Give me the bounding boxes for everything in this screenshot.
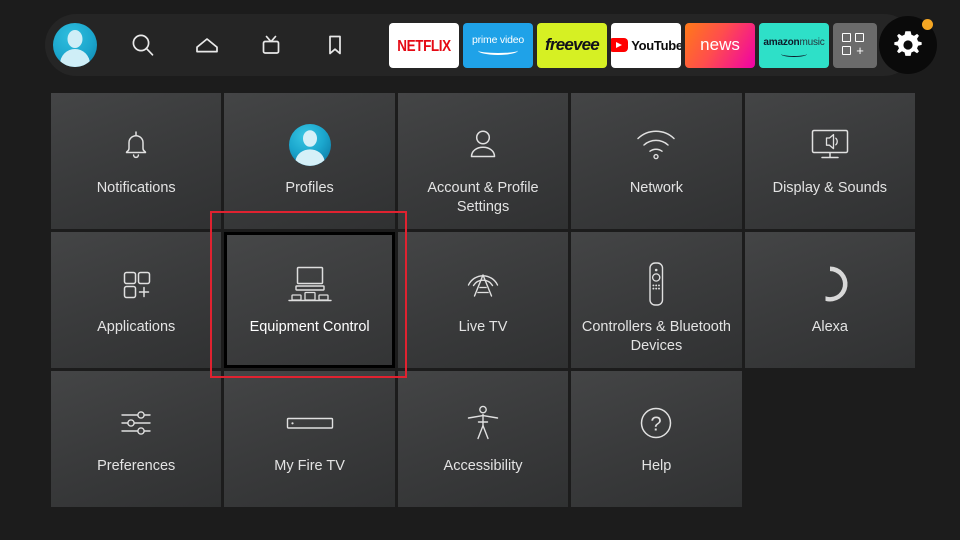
- prime-video-label: prime video: [471, 33, 525, 46]
- app-tile-app-library[interactable]: +: [833, 22, 877, 68]
- settings-grid: Notifications Profiles Account & Profile…: [51, 93, 916, 510]
- app-tile-amazon-music[interactable]: amazonmusic: [759, 22, 829, 68]
- settings-row: Notifications Profiles Account & Profile…: [51, 93, 916, 229]
- settings-tile-applications[interactable]: Applications: [51, 232, 222, 368]
- person-icon: [460, 119, 506, 171]
- freevee-label: freevee: [545, 35, 600, 54]
- settings-tile-label: Help: [641, 458, 672, 474]
- settings-tile-accessibility[interactable]: Accessibility: [397, 371, 569, 507]
- amazon-music-label: amazonmusic: [763, 37, 825, 49]
- app-tile-freevee[interactable]: freevee: [537, 22, 607, 68]
- app-grid-plus-icon: +: [842, 33, 868, 57]
- settings-tile-account-profile-settings[interactable]: Account & Profile Settings: [397, 93, 569, 229]
- settings-tile-label: Account & Profile Settings: [427, 180, 539, 215]
- settings-tile-label: Equipment Control: [249, 319, 370, 335]
- bookmark-icon[interactable]: [311, 21, 359, 69]
- settings-tile-label: Notifications: [96, 180, 176, 196]
- tv-speaker-icon: [804, 119, 856, 171]
- settings-tile-alexa[interactable]: Alexa: [744, 232, 916, 368]
- amazon-music-logo: amazonmusic: [763, 33, 825, 57]
- search-icon[interactable]: [119, 21, 167, 69]
- nav-left-group: [49, 21, 367, 69]
- news-label: news: [700, 35, 740, 54]
- settings-tile-label: Controllers & Bluetooth Devices: [581, 319, 731, 354]
- sliders-icon: [110, 397, 162, 449]
- settings-tile-label: Display & Sounds: [772, 180, 888, 196]
- accessibility-icon: [460, 397, 506, 449]
- settings-tile-label: Alexa: [811, 319, 848, 335]
- settings-tile-network[interactable]: Network: [571, 93, 742, 229]
- amazon-smile-icon: [780, 51, 807, 57]
- settings-tile-help[interactable]: ? Help: [571, 371, 742, 507]
- settings-tile-preferences[interactable]: Preferences: [51, 371, 222, 507]
- settings-row: Preferences My Fire TV Accessibility ? H…: [51, 371, 915, 507]
- top-navigation-bar: NETFLIX prime video freevee YouTube news: [45, 14, 937, 76]
- settings-tile-label: Live TV: [458, 319, 508, 335]
- settings-tile-my-fire-tv[interactable]: My Fire TV: [224, 371, 395, 507]
- notification-dot: [922, 19, 933, 30]
- settings-tile-label: Network: [629, 180, 684, 196]
- netflix-label: NETFLIX: [397, 36, 451, 54]
- settings-tile-profiles[interactable]: Profiles: [224, 93, 395, 229]
- settings-tile-label: Preferences: [97, 458, 176, 474]
- settings-tile-equipment-control[interactable]: Equipment Control: [224, 232, 395, 368]
- remote-icon: [639, 258, 673, 310]
- app-grid-plus-icon: [113, 258, 159, 310]
- svg-text:?: ?: [651, 414, 662, 436]
- settings-tile-label: Applications: [97, 319, 176, 335]
- settings-tile-label: Accessibility: [443, 458, 523, 474]
- app-tile-youtube[interactable]: YouTube: [611, 22, 681, 68]
- profile-avatar-icon: [285, 119, 335, 171]
- avatar-body: [60, 49, 90, 67]
- avatar-head: [67, 30, 83, 48]
- wifi-icon: [631, 119, 681, 171]
- fire-tv-stick-icon: [282, 397, 338, 449]
- youtube-label: YouTube: [631, 37, 681, 53]
- profile-avatar[interactable]: [53, 23, 97, 67]
- app-tile-netflix[interactable]: NETFLIX: [389, 22, 459, 68]
- app-tile-prime-video[interactable]: prime video: [463, 22, 533, 68]
- settings-button[interactable]: [879, 16, 937, 74]
- youtube-play-icon: [611, 38, 629, 52]
- settings-tile-empty: [745, 371, 915, 507]
- tv-devices-icon: [281, 258, 339, 310]
- home-icon[interactable]: [183, 21, 231, 69]
- live-tv-icon[interactable]: [247, 21, 295, 69]
- app-tile-news[interactable]: news: [685, 22, 755, 68]
- amazon-smile-icon: [477, 46, 518, 56]
- settings-tile-live-tv[interactable]: Live TV: [397, 232, 569, 368]
- youtube-logo: YouTube: [611, 38, 681, 53]
- prime-video-logo: prime video: [472, 35, 524, 56]
- app-shortcuts: NETFLIX prime video freevee YouTube news: [389, 22, 877, 68]
- settings-tile-display-sounds[interactable]: Display & Sounds: [744, 93, 916, 229]
- settings-tile-controllers-bluetooth-devices[interactable]: Controllers & Bluetooth Devices: [571, 232, 742, 368]
- question-mark-icon: ?: [633, 397, 679, 449]
- antenna-icon: [459, 258, 507, 310]
- bell-icon: [113, 119, 159, 171]
- alexa-ring-icon: [807, 258, 853, 310]
- settings-tile-notifications[interactable]: Notifications: [51, 93, 222, 229]
- fire-tv-settings-screen: NETFLIX prime video freevee YouTube news: [0, 0, 960, 540]
- settings-row: Applications Equipment Control Live TV C…: [51, 232, 916, 368]
- settings-tile-label: Profiles: [285, 180, 334, 196]
- settings-tile-label: My Fire TV: [274, 458, 345, 474]
